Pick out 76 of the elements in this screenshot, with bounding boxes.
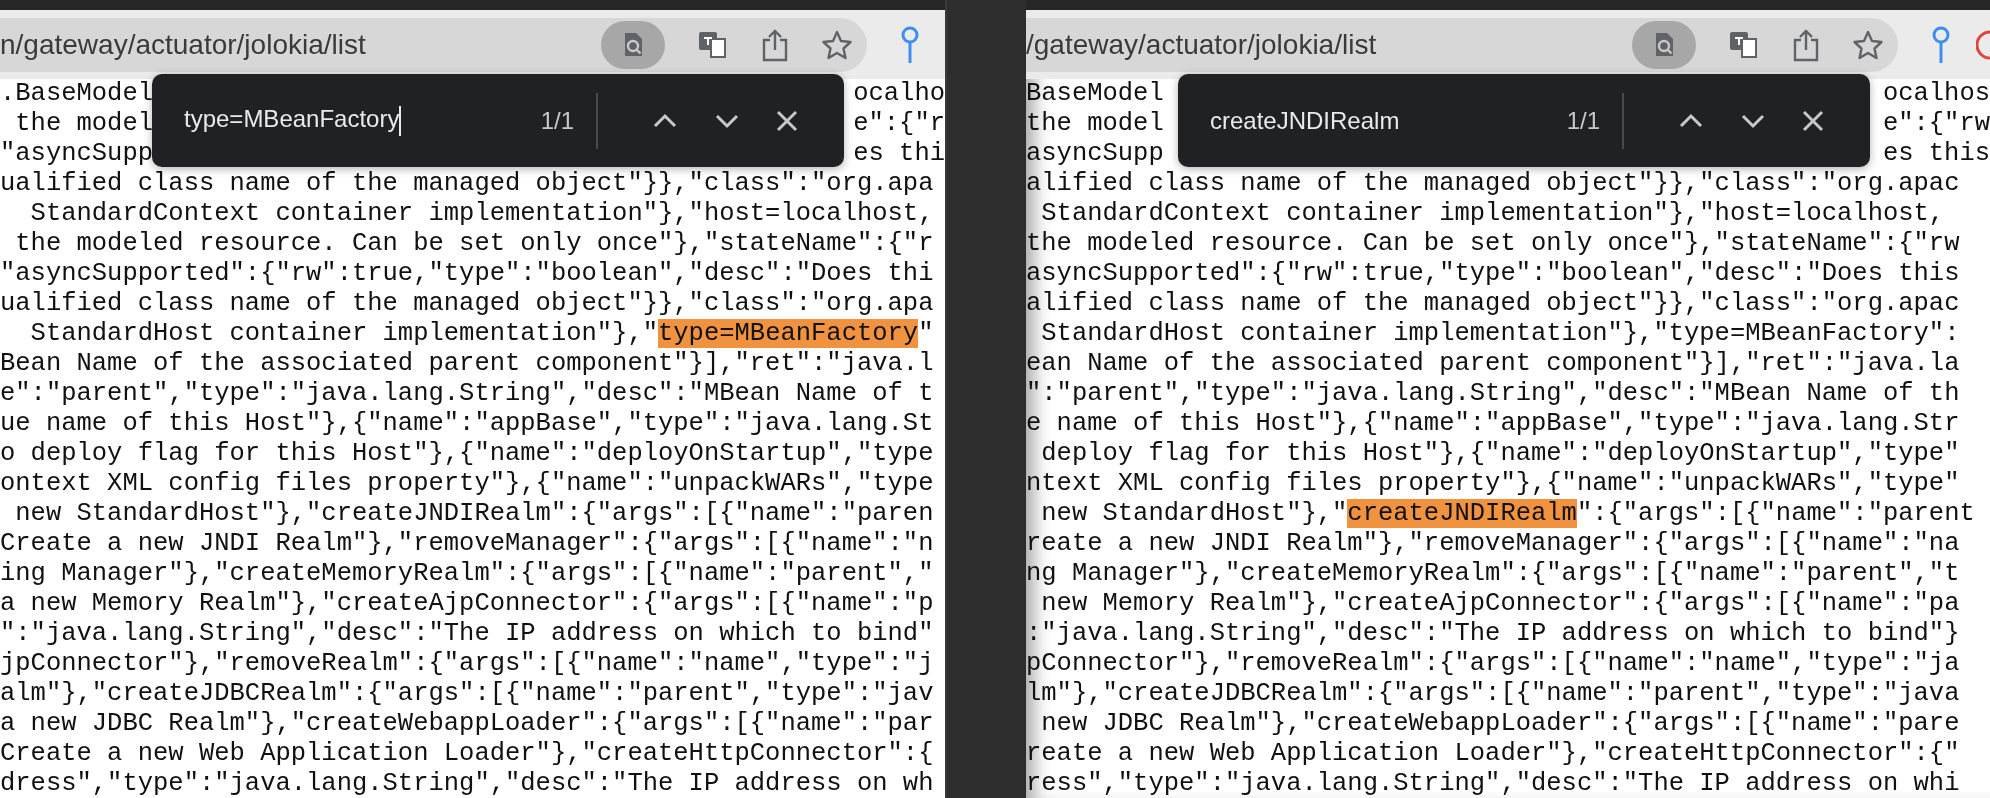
pin-icon[interactable] bbox=[1930, 24, 1952, 65]
code-line: Bean Name of the associated parent component"}],"ret":"java.l bbox=[0, 349, 935, 379]
code-line: ue name of this Host"},{"name":"appBase","type":"java.lang.St bbox=[0, 409, 935, 439]
close-icon[interactable] bbox=[1802, 109, 1824, 132]
chevron-up-icon[interactable] bbox=[652, 112, 678, 129]
code-line: pConnector"},"removeRealm":{"args":[{"name":"name","type":"ja bbox=[1026, 649, 1961, 679]
code-line: e name of this Host"},{"name":"appBase","type":"java.lang.Str bbox=[1026, 409, 1961, 439]
code-line: e":"parent","type":"java.lang.String","desc":"MBean Name of t bbox=[0, 379, 935, 409]
code-line: BaseModel bbox=[1026, 79, 1164, 109]
code-line: new Memory Realm"},"createAjpConnector":{"args":[{"name":"pa bbox=[1040, 589, 1961, 619]
code-line: ocalho bbox=[853, 79, 945, 109]
search-icon[interactable] bbox=[1632, 20, 1696, 69]
code-line: e":{"r bbox=[853, 109, 945, 139]
code-line: ng Manager"},"createMemoryRealm":{"args":[{"name":"parent","t bbox=[1026, 559, 1961, 589]
code-line: ean Name of the associated parent component"}],"ret":"java.la bbox=[1026, 349, 1961, 379]
code-line: alified class name of the managed object"}},"class":"org.apac bbox=[1026, 169, 1961, 199]
code-line: "asyncSupported":{"rw":true,"type":"boolean","desc":"Does thi bbox=[0, 259, 935, 289]
code-line: new JDBC Realm"},"createWebappLoader":{"args":[{"name":"pare bbox=[1040, 709, 1961, 739]
code-line: jpConnector"},"removeRealm":{"args":[{"name":"name","type":"j bbox=[0, 649, 935, 679]
code-line: alm"},"createJDBCRealm":{"args":[{"name":"parent","type":"jav bbox=[0, 679, 935, 709]
star-icon[interactable] bbox=[1852, 28, 1884, 61]
code-line: reate a new JNDI Realm"},"removeManager":{"args":[{"name":"na bbox=[1026, 529, 1961, 559]
code-line: deploy flag for this Host"},{"name":"deployOnStartup","type" bbox=[1040, 439, 1961, 469]
code-line: Create a new Web Application Loader"},"createHttpConnector":{ bbox=[0, 739, 935, 769]
url-text: /gateway/actuator/jolokia/list bbox=[1026, 28, 1378, 61]
code-line: ualified class name of the managed object"}},"class":"org.apa bbox=[0, 289, 935, 319]
code-line: ":"parent","type":"java.lang.String","desc":"MBean Name of th bbox=[1026, 379, 1961, 409]
code-line: StandardHost container implementation"},"type=MBeanFactory": bbox=[1040, 319, 1961, 349]
code-line: :"java.lang.String","desc":"The IP address on which to bind"} bbox=[1026, 619, 1961, 649]
code-line: es this bbox=[1882, 139, 1990, 169]
code-line: ocalhos bbox=[1882, 79, 1990, 109]
code-line: asyncSupported":{"rw":true,"type":"boolean","desc":"Does this bbox=[1026, 259, 1961, 289]
code-line: a new Memory Realm"},"createAjpConnector":{"args":[{"name":"p bbox=[0, 589, 935, 619]
code-line: alified class name of the managed object"}},"class":"org.apac bbox=[1026, 289, 1961, 319]
star-icon[interactable] bbox=[821, 28, 853, 61]
match-count: 1/1 bbox=[540, 106, 574, 135]
chevron-down-icon[interactable] bbox=[714, 112, 740, 129]
code-line: the model bbox=[1026, 109, 1164, 139]
code-line: e":{"rw bbox=[1882, 109, 1990, 139]
url-text: n/gateway/actuator/jolokia/list bbox=[0, 28, 367, 61]
close-icon[interactable] bbox=[776, 109, 798, 132]
code-line: ing Manager"},"createMemoryRealm":{"args":[{"name":"parent"," bbox=[0, 559, 935, 589]
code-line: ualified class name of the managed object"}},"class":"org.apa bbox=[0, 169, 935, 199]
code-line: the modeled resource. Can be set only once"},"stateName":{"r bbox=[14, 229, 935, 259]
code-line: ress","type":"java.lang.String","desc":"The IP address on whi bbox=[1026, 769, 1961, 798]
code-line: StandardHost container implementation"},"type=MBeanFactory" bbox=[29, 319, 935, 349]
code-line: StandardContext container implementation"},"host=localhost, bbox=[29, 199, 935, 229]
code-line: ntext XML config files property"},{"name":"unpackWARs","type" bbox=[1026, 469, 1961, 499]
code-line: reate a new Web Application Loader"},"createHttpConnector":{" bbox=[1026, 739, 1961, 769]
address-bar[interactable]: n/gateway/actuator/jolokia/list bbox=[0, 17, 867, 72]
find-field[interactable]: createJNDIRealm bbox=[1210, 106, 1567, 135]
share-icon[interactable] bbox=[761, 27, 789, 62]
code-line: a new JDBC Realm"},"createWebappLoader":{"args":[{"name":"par bbox=[0, 709, 935, 739]
code-line: lm"},"createJDBCRealm":{"args":[{"name":"parent","type":"java bbox=[1026, 679, 1961, 709]
pin-icon[interactable] bbox=[899, 24, 921, 65]
code-line: new StandardHost"},"createJNDIRealm":{"args":[{"name":"parent bbox=[1040, 499, 1976, 529]
code-line: the modeled resource. Can be set only once"},"stateName":{"rw bbox=[1026, 229, 1961, 259]
code-line: the model bbox=[14, 109, 154, 139]
code-line: es thi bbox=[853, 139, 945, 169]
chevron-down-icon[interactable] bbox=[1740, 112, 1766, 129]
find-field[interactable]: type=MBeanFactory bbox=[184, 105, 541, 136]
chevron-up-icon[interactable] bbox=[1678, 112, 1704, 129]
address-bar[interactable]: /gateway/actuator/jolokia/list bbox=[1026, 17, 1898, 72]
code-line: o deploy flag for this Host"},{"name":"deployOnStartup","type bbox=[0, 439, 935, 469]
code-line: new StandardHost"},"createJNDIRealm":{"args":[{"name":"paren bbox=[14, 499, 935, 529]
code-line: dress","type":"java.lang.String","desc":"The IP address on wh bbox=[0, 769, 935, 798]
code-line: asyncSupp bbox=[1026, 139, 1164, 169]
match-count: 1/1 bbox=[1566, 106, 1600, 135]
code-line: .BaseModel bbox=[0, 79, 154, 109]
code-line: "asyncSupp bbox=[0, 139, 154, 169]
code-line: ":"java.lang.String","desc":"The IP address on which to bind" bbox=[0, 619, 935, 649]
code-line: ontext XML config files property"},{"name":"unpackWARs","type bbox=[0, 469, 935, 499]
code-line: Create a new JNDI Realm"},"removeManager":{"args":[{"name":"n bbox=[0, 529, 935, 559]
share-icon[interactable] bbox=[1792, 27, 1820, 62]
search-icon[interactable] bbox=[601, 20, 665, 69]
code-line: StandardContext container implementation"},"host=localhost, bbox=[1040, 199, 1946, 229]
